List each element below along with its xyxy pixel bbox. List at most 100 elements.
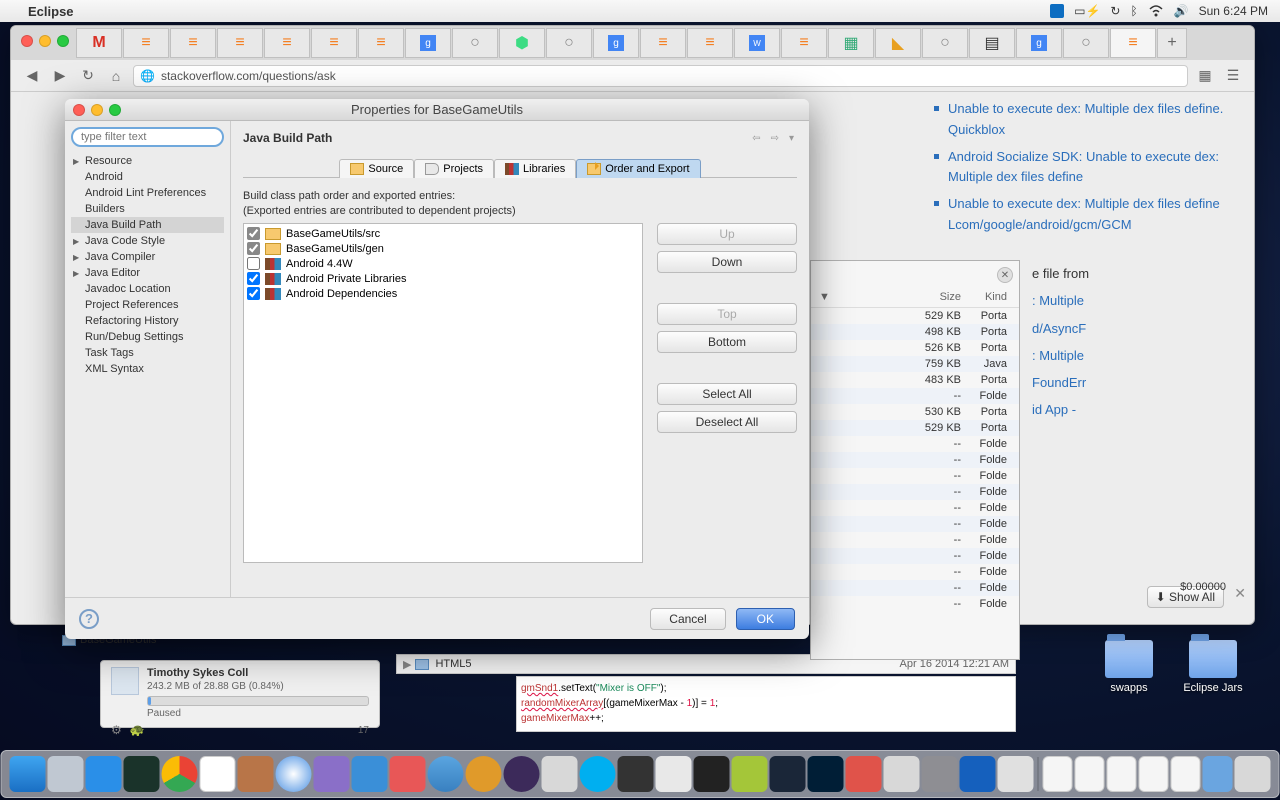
order-export-list[interactable]: BaseGameUtils/srcBaseGameUtils/genAndroi… (243, 223, 643, 563)
finder-row[interactable]: --Folde (811, 436, 1019, 452)
browser-tab[interactable]: ≡ (640, 28, 686, 58)
browser-tab[interactable]: ≡ (358, 28, 404, 58)
browser-tab[interactable]: g (405, 28, 451, 58)
tab-libraries[interactable]: Libraries (494, 159, 576, 178)
launchpad-dock-icon[interactable] (48, 756, 84, 792)
forward-history-icon[interactable]: ⇨ (768, 132, 782, 145)
skype-dock-icon[interactable] (580, 756, 616, 792)
folder-dock-icon[interactable] (1075, 756, 1105, 792)
tree-item-android[interactable]: Android (71, 169, 224, 185)
qr-icon[interactable]: ▦ (1194, 66, 1216, 86)
folder-dock-icon[interactable] (1107, 756, 1137, 792)
cancel-button[interactable]: Cancel (650, 608, 725, 630)
browser-tab[interactable]: ≡ (170, 28, 216, 58)
back-button[interactable]: ◀ (21, 66, 43, 86)
finder-row[interactable]: --Folde (811, 452, 1019, 468)
finder-row[interactable]: 529 KBPorta (811, 420, 1019, 436)
export-checkbox[interactable] (247, 257, 260, 270)
export-checkbox[interactable] (247, 272, 260, 285)
refresh-button[interactable]: ↻ (77, 66, 99, 86)
sync-icon[interactable]: ↻ (1110, 4, 1120, 18)
finder-dock-icon[interactable] (10, 756, 46, 792)
photoshop-dock-icon[interactable] (808, 756, 844, 792)
dock-icon[interactable] (428, 756, 464, 792)
tab-order-and-export[interactable]: Order and Export (576, 159, 700, 178)
dock-icon[interactable] (846, 756, 882, 792)
gear-icon[interactable]: ⚙ (111, 723, 122, 737)
dock-icon[interactable] (314, 756, 350, 792)
dock-icon[interactable] (124, 756, 160, 792)
folder-dock-icon[interactable] (1171, 756, 1201, 792)
browser-tab[interactable]: ○ (1063, 28, 1109, 58)
order-item[interactable]: BaseGameUtils/gen (246, 241, 640, 256)
tree-item-java-code-style[interactable]: Java Code Style (71, 233, 224, 249)
browser-tab[interactable]: ○ (922, 28, 968, 58)
dock-icon[interactable] (884, 756, 920, 792)
browser-tab[interactable]: ≡ (217, 28, 263, 58)
browser-tab[interactable]: ○ (546, 28, 592, 58)
browser-tab[interactable]: ⬢ (499, 28, 545, 58)
finder-row[interactable]: --Folde (811, 532, 1019, 548)
desktop-folder-eclipse-jars[interactable]: Eclipse Jars (1178, 640, 1248, 694)
export-checkbox[interactable] (247, 227, 260, 240)
unity-dock-icon[interactable] (618, 756, 654, 792)
downloads-dock-icon[interactable] (1203, 756, 1233, 792)
close-icon[interactable]: ✕ (1234, 585, 1246, 602)
mail-dock-icon[interactable] (352, 756, 388, 792)
calendar-dock-icon[interactable] (200, 756, 236, 792)
browser-tab[interactable]: ○ (452, 28, 498, 58)
eclipse-dock-icon[interactable] (504, 756, 540, 792)
wifi-icon[interactable] (1148, 5, 1164, 17)
finder-row[interactable]: 759 KBJava (811, 356, 1019, 372)
browser-tab[interactable]: ◣ (875, 28, 921, 58)
close-button[interactable] (73, 104, 85, 116)
itunes-dock-icon[interactable] (276, 756, 312, 792)
tab-projects[interactable]: Projects (414, 159, 494, 178)
deselect-all-button[interactable]: Deselect All (657, 411, 797, 433)
so-link[interactable]: FoundErr (1032, 369, 1132, 396)
finder-row[interactable]: --Folde (811, 516, 1019, 532)
home-button[interactable]: ⌂ (105, 66, 127, 86)
tree-item-resource[interactable]: Resource (71, 153, 224, 169)
dock-icon[interactable] (656, 756, 692, 792)
order-item[interactable]: BaseGameUtils/src (246, 226, 640, 241)
browser-tab[interactable]: ≡ (311, 28, 357, 58)
so-link[interactable]: d/AsyncF (1032, 315, 1132, 342)
bluetooth-icon[interactable]: ᛒ (1130, 4, 1137, 18)
close-button[interactable] (21, 35, 33, 47)
finder-row[interactable]: --Folde (811, 484, 1019, 500)
menubar-clock[interactable]: Sun 6:24 PM (1199, 4, 1268, 18)
so-link[interactable]: Unable to execute dex: Multiple dex file… (930, 191, 1240, 239)
folder-dock-icon[interactable] (1043, 756, 1073, 792)
down-button[interactable]: Down (657, 251, 797, 273)
tree-item-builders[interactable]: Builders (71, 201, 224, 217)
folder-dock-icon[interactable] (1139, 756, 1169, 792)
finder-row[interactable]: --Folde (811, 500, 1019, 516)
browser-tab[interactable]: g (1016, 28, 1062, 58)
tree-item-java-editor[interactable]: Java Editor (71, 265, 224, 281)
finder-row[interactable]: --Folde (811, 548, 1019, 564)
so-link[interactable]: : Multiple (1032, 342, 1132, 369)
tree-item-android-lint-preferences[interactable]: Android Lint Preferences (71, 185, 224, 201)
dock-icon[interactable] (466, 756, 502, 792)
up-button[interactable]: Up (657, 223, 797, 245)
export-checkbox[interactable] (247, 242, 260, 255)
browser-tab[interactable]: ▤ (969, 28, 1015, 58)
terminal-dock-icon[interactable] (694, 756, 730, 792)
column-header-kind[interactable]: Kind (961, 291, 1011, 303)
so-link[interactable]: Android Socialize SDK: Unable to execute… (930, 144, 1240, 192)
finder-row[interactable]: --Folde (811, 468, 1019, 484)
settings-dock-icon[interactable] (922, 756, 958, 792)
browser-tab[interactable]: g (593, 28, 639, 58)
tree-item-javadoc-location[interactable]: Javadoc Location (71, 281, 224, 297)
zoom-button[interactable] (109, 104, 121, 116)
zoom-button[interactable] (57, 35, 69, 47)
finder-row[interactable]: 530 KBPorta (811, 404, 1019, 420)
new-tab-button[interactable]: + (1157, 28, 1187, 58)
browser-tab[interactable]: ≡ (123, 28, 169, 58)
browser-tab[interactable]: ≡ (687, 28, 733, 58)
tab-source[interactable]: Source (339, 159, 414, 178)
tree-item-refactoring-history[interactable]: Refactoring History (71, 313, 224, 329)
browser-tab[interactable]: ≡ (781, 28, 827, 58)
tree-item-run-debug-settings[interactable]: Run/Debug Settings (71, 329, 224, 345)
